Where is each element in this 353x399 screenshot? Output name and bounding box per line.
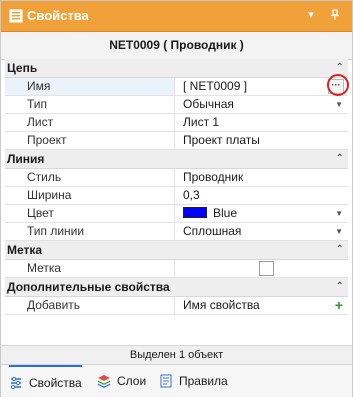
color-name: Blue bbox=[213, 206, 238, 220]
property-value[interactable]: Лист 1 bbox=[179, 114, 348, 131]
tab-label: Свойства bbox=[29, 376, 82, 390]
property-value[interactable]: [ NET0009 ] bbox=[179, 78, 348, 95]
property-value[interactable]: Имя свойства bbox=[179, 297, 348, 314]
category-extra[interactable]: Дополнительные свойства ⌃ bbox=[5, 278, 348, 297]
property-value[interactable]: Обычная bbox=[179, 96, 348, 113]
color-swatch bbox=[183, 207, 207, 219]
add-plus-icon[interactable]: + bbox=[335, 297, 343, 313]
category-label: Цепь bbox=[7, 61, 38, 75]
properties-icon bbox=[10, 376, 21, 389]
property-row-color[interactable]: Цвет Blue ▼ bbox=[5, 205, 348, 223]
panel-title: Свойства bbox=[27, 8, 89, 23]
tab-rules[interactable]: Правила bbox=[159, 365, 228, 397]
property-name: Стиль bbox=[5, 169, 175, 186]
property-name: Проект bbox=[5, 132, 175, 149]
property-name: Тип линии bbox=[5, 223, 175, 240]
property-name: Имя bbox=[5, 78, 175, 95]
properties-panel: Свойства ▾ NET0009 ( Проводник ) Цепь ⌃ … bbox=[0, 0, 353, 397]
property-value[interactable]: Blue bbox=[179, 205, 348, 222]
category-label: Линия bbox=[7, 152, 45, 166]
tab-label: Слои bbox=[117, 374, 147, 388]
property-name: Ширина bbox=[5, 187, 175, 204]
property-value[interactable]: Проект платы bbox=[179, 132, 348, 149]
status-bar: Выделен 1 объект bbox=[1, 345, 352, 364]
category-chain[interactable]: Цепь ⌃ bbox=[5, 59, 348, 78]
category-line[interactable]: Линия ⌃ bbox=[5, 150, 348, 169]
property-row-style[interactable]: Стиль Проводник bbox=[5, 169, 348, 187]
bottom-tabs: Свойства Слои Правила bbox=[1, 364, 352, 397]
tab-label: Правила bbox=[179, 374, 228, 388]
collapse-chevron-icon[interactable]: ⌃ bbox=[336, 278, 344, 296]
property-name: Добавить bbox=[5, 297, 175, 314]
pin-icon[interactable] bbox=[327, 7, 343, 23]
category-mark[interactable]: Метка ⌃ bbox=[5, 241, 348, 260]
property-row-sheet[interactable]: Лист Лист 1 bbox=[5, 114, 348, 132]
property-name: Метка bbox=[5, 260, 175, 277]
property-value[interactable]: Проводник bbox=[179, 169, 348, 186]
collapse-chevron-icon[interactable]: ⌃ bbox=[336, 241, 344, 259]
property-grid: Цепь ⌃ Имя [ NET0009 ] ··· Тип Обычная ▼… bbox=[5, 59, 349, 315]
property-value[interactable]: 0,3 bbox=[179, 187, 348, 204]
dropdown-menu-icon[interactable]: ▾ bbox=[303, 7, 319, 23]
property-value[interactable] bbox=[179, 260, 348, 277]
tab-properties[interactable]: Свойства bbox=[9, 365, 82, 397]
category-label: Дополнительные свойства bbox=[7, 280, 170, 294]
dropdown-arrow-icon[interactable]: ▼ bbox=[335, 223, 343, 240]
property-row-add[interactable]: Добавить Имя свойства + bbox=[5, 297, 348, 315]
mark-checkbox[interactable] bbox=[259, 261, 274, 276]
dropdown-arrow-icon[interactable]: ▼ bbox=[335, 205, 343, 222]
highlight-circle bbox=[327, 74, 349, 96]
rules-icon bbox=[160, 374, 172, 388]
tab-layers[interactable]: Слои bbox=[97, 365, 146, 397]
property-row-mark[interactable]: Метка bbox=[5, 260, 348, 278]
properties-icon bbox=[9, 9, 23, 23]
dropdown-arrow-icon[interactable]: ▼ bbox=[335, 96, 343, 113]
property-name: Цвет bbox=[5, 205, 175, 222]
property-row-width[interactable]: Ширина 0,3 bbox=[5, 187, 348, 205]
property-name: Тип bbox=[5, 96, 175, 113]
object-title: NET0009 ( Проводник ) bbox=[1, 32, 352, 60]
property-row-line-type[interactable]: Тип линии Сплошная ▼ bbox=[5, 223, 348, 241]
collapse-chevron-icon[interactable]: ⌃ bbox=[336, 150, 344, 168]
property-row-project[interactable]: Проект Проект платы bbox=[5, 132, 348, 150]
category-label: Метка bbox=[7, 243, 43, 257]
layers-icon bbox=[98, 374, 110, 388]
property-row-name[interactable]: Имя [ NET0009 ] ··· bbox=[5, 74, 349, 96]
property-row-type[interactable]: Тип Обычная ▼ bbox=[5, 96, 348, 114]
property-value[interactable]: Сплошная bbox=[179, 223, 348, 240]
panel-titlebar: Свойства ▾ bbox=[1, 1, 352, 32]
property-name: Лист bbox=[5, 114, 175, 131]
